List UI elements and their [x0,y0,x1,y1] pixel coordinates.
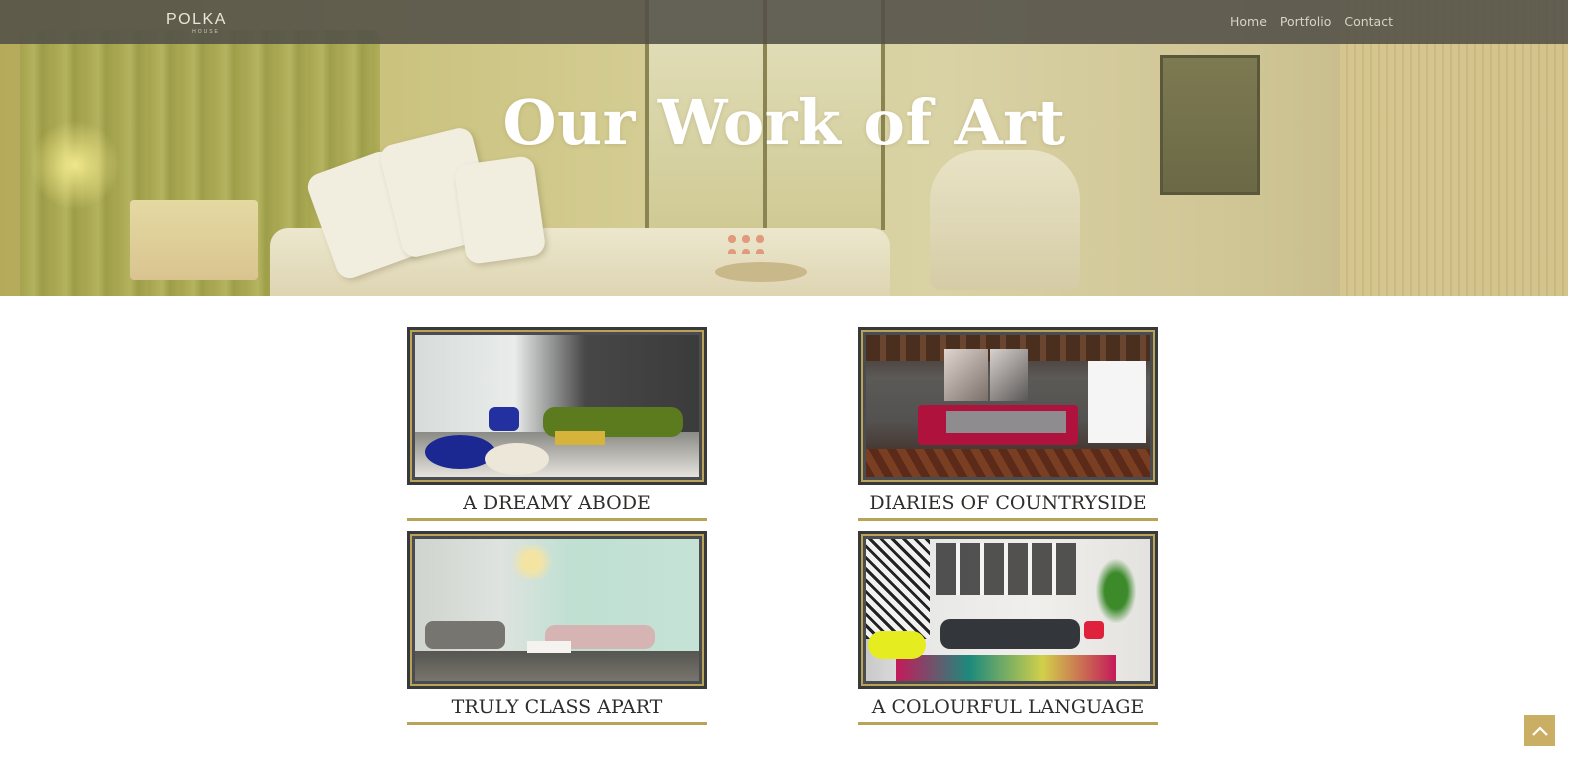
page-title: Our Work of Art [502,86,1066,159]
main-nav: Home Portfolio Contact [1230,14,1393,29]
portfolio-caption[interactable]: A COLOURFUL LANGUAGE [858,689,1158,725]
portfolio-card-dreamy-abode[interactable]: A DREAMY ABODE [407,327,707,521]
top-navbar: POLKA HOUSE Home Portfolio Contact [0,0,1568,44]
portfolio-caption[interactable]: DIARIES OF COUNTRYSIDE [858,485,1158,521]
logo-text: POLKA [166,11,227,28]
hero-tray [715,262,807,282]
portfolio-frame [858,531,1158,689]
nav-home-link[interactable]: Home [1230,14,1267,29]
portfolio-frame [407,531,707,689]
portfolio-card-a-colourful-language[interactable]: A COLOURFUL LANGUAGE [858,531,1158,725]
portfolio-image[interactable] [415,335,699,477]
hero-armchair [930,150,1080,290]
portfolio-caption[interactable]: TRULY CLASS APART [407,689,707,725]
portfolio-card-truly-class-apart[interactable]: TRULY CLASS APART [407,531,707,725]
hero-banner: Our Work of Art [0,0,1568,296]
chevron-up-icon [1531,725,1548,736]
portfolio-frame [858,327,1158,485]
portfolio-card-diaries-of-countryside[interactable]: DIARIES OF COUNTRYSIDE [858,327,1158,521]
hero-flowers [725,232,765,254]
portfolio-image[interactable] [866,335,1150,477]
scroll-to-top-button[interactable] [1524,715,1555,746]
logo-subtext: HOUSE [192,29,220,35]
portfolio-caption[interactable]: A DREAMY ABODE [407,485,707,521]
nav-contact-link[interactable]: Contact [1344,14,1393,29]
portfolio-image[interactable] [866,539,1150,681]
portfolio-frame [407,327,707,485]
brand-logo[interactable]: POLKA HOUSE [166,12,246,36]
hero-pillow [453,154,547,266]
nav-portfolio-link[interactable]: Portfolio [1280,14,1331,29]
portfolio-image[interactable] [415,539,699,681]
hero-lamp [130,200,258,280]
